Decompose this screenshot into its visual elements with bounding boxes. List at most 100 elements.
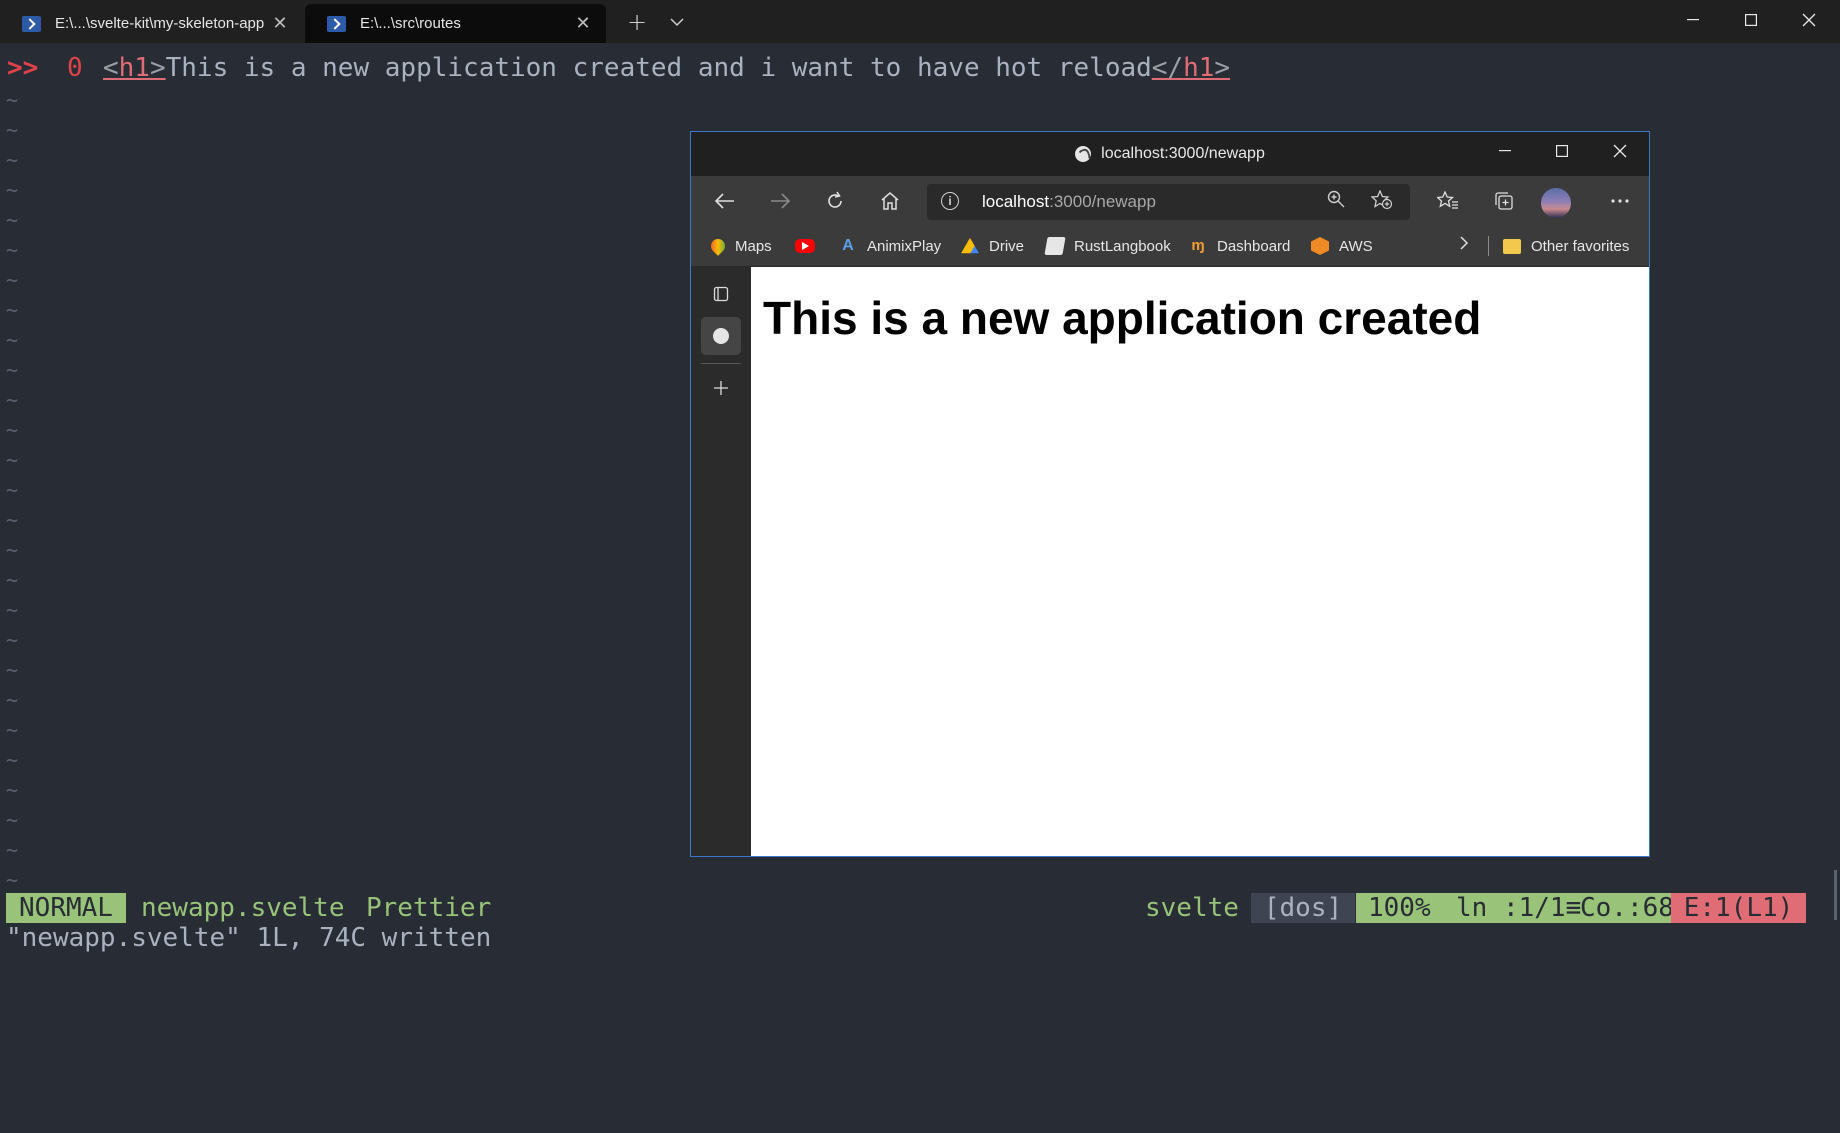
animixplay-icon: A [842, 237, 854, 254]
empty-line-tilde: ~ [6, 418, 19, 442]
browser-window: localhost:3000/newapp i localhost:3000/n… [690, 131, 1650, 857]
mode-indicator: NORMAL [6, 893, 126, 923]
statusline-percent: 100% [1368, 893, 1431, 923]
maps-icon [708, 236, 728, 256]
empty-line-tilde: ~ [6, 868, 19, 892]
empty-line-tilde: ~ [6, 688, 19, 712]
empty-line-tilde: ~ [6, 808, 19, 832]
favorites-icon[interactable] [1429, 184, 1467, 218]
empty-line-tilde: ~ [6, 178, 19, 202]
statusline-formatter: Prettier [366, 893, 492, 923]
empty-line-tilde: ~ [6, 448, 19, 472]
collections-icon[interactable] [1485, 184, 1523, 218]
url-path: :3000/newapp [1049, 192, 1156, 211]
bookmarks-divider [1488, 236, 1489, 256]
close-tab-icon[interactable]: ✕ [570, 13, 596, 34]
maximize-button[interactable] [1722, 0, 1780, 40]
empty-line-tilde: ~ [6, 748, 19, 772]
statusline-fileformat: [dos] [1251, 893, 1355, 923]
bookmark-maps[interactable]: Maps [708, 226, 772, 266]
bookmark-rustlangbook[interactable]: RustLangbook [1044, 226, 1171, 266]
statusline-position: 100% ln :1/1≡ Co.:68 [1356, 893, 1674, 923]
more-options-icon[interactable] [1601, 184, 1639, 218]
empty-line-tilde: ~ [6, 208, 19, 232]
youtube-icon [795, 239, 815, 253]
bookmark-label: AWS [1339, 237, 1373, 255]
tab-actions-icon[interactable] [701, 275, 741, 313]
bookmark-animixplay[interactable]: A AnimixPlay [839, 226, 941, 266]
other-favorites[interactable]: Other favorites [1503, 226, 1629, 266]
code-line-1[interactable]: >> 0 < h1 > This is a new application creat… [0, 53, 1230, 83]
site-info-icon[interactable]: i [941, 192, 959, 210]
empty-line-tilde: ~ [6, 298, 19, 322]
url-text[interactable]: localhost:3000/newapp [982, 184, 1156, 220]
zoom-icon[interactable] [1324, 190, 1348, 214]
sidebar-tab-newapp[interactable] [701, 317, 741, 355]
other-favorites-label: Other favorites [1531, 237, 1630, 255]
bookmark-aws[interactable]: AWS [1311, 226, 1373, 266]
aws-icon [1311, 237, 1329, 255]
terminal-tab-skeleton-app[interactable]: E:\...\svelte-kit\my-skeleton-app ✕ [0, 4, 303, 43]
statusline-filetype: svelte [1145, 893, 1239, 923]
close-tag-bracket: </ [1151, 53, 1184, 83]
forward-arrow-icon[interactable] [761, 184, 799, 218]
minimize-button[interactable] [1664, 0, 1722, 40]
statusline-filename: newapp.svelte [141, 893, 345, 923]
empty-line-tilde: ~ [6, 838, 19, 862]
bookmark-drive[interactable]: Drive [961, 226, 1024, 266]
open-tag-bracket: < [103, 53, 119, 83]
empty-line-tilde: ~ [6, 568, 19, 592]
statusline-line: ln :1/1≡ [1456, 893, 1582, 923]
profile-avatar[interactable] [1541, 188, 1571, 218]
diagnostic-sign: >> [7, 53, 39, 83]
address-bar[interactable]: i localhost:3000/newapp [927, 184, 1410, 220]
line-text: This is a new application created and i … [165, 53, 1152, 83]
terminal-tab-routes[interactable]: E:\...\src\routes ✕ [305, 4, 606, 43]
empty-line-tilde: ~ [6, 358, 19, 382]
tab-dropdown-chevron-icon[interactable] [662, 6, 692, 38]
close-tab-icon[interactable]: ✕ [267, 13, 293, 34]
vertical-tabs-sidebar [691, 267, 751, 856]
statusline-column: Co.:68 [1580, 893, 1674, 923]
bookmark-dashboard[interactable]: ɱ Dashboard [1189, 226, 1290, 266]
drive-icon [961, 237, 979, 254]
empty-line-tilde: ~ [6, 328, 19, 352]
open-tag-close: > [149, 53, 166, 83]
powershell-icon [22, 15, 41, 32]
empty-line-tilde: ~ [6, 88, 19, 112]
browser-minimize-button[interactable] [1476, 132, 1533, 170]
terminal-titlebar: E:\...\svelte-kit\my-skeleton-app ✕ E:\.… [0, 0, 1840, 43]
open-tag-name: h1 [118, 53, 150, 83]
new-tab-plus-icon[interactable] [701, 369, 741, 407]
bookmark-label: RustLangbook [1074, 237, 1171, 255]
svelte-favicon-icon [1075, 146, 1092, 162]
back-arrow-icon[interactable] [706, 184, 744, 218]
empty-line-tilde: ~ [6, 238, 19, 262]
bookmark-label: Maps [735, 237, 772, 255]
empty-line-tilde: ~ [6, 118, 19, 142]
dashboard-icon: ɱ [1191, 237, 1205, 254]
empty-line-tilde: ~ [6, 778, 19, 802]
browser-maximize-button[interactable] [1533, 132, 1590, 170]
folder-icon [1503, 238, 1521, 254]
home-icon[interactable] [871, 184, 909, 218]
empty-line-markers: ~ ~ ~ ~ ~ ~ ~ ~ ~ ~ ~ ~ ~ ~ ~ ~ ~ ~ ~ ~ ~ ~ ~ ~ ~ ~ ~ [6, 85, 26, 895]
browser-toolbar: i localhost:3000/newapp [691, 176, 1649, 226]
browser-close-button[interactable] [1591, 132, 1648, 170]
bookmarks-bar: Maps A AnimixPlay Drive RustLangbook ɱ D… [691, 226, 1649, 267]
refresh-icon[interactable] [816, 184, 854, 218]
empty-line-tilde: ~ [6, 268, 19, 292]
statusline-errors: E:1(L1) [1671, 893, 1806, 923]
new-tab-button[interactable]: + [620, 6, 654, 38]
close-tag-end: > [1214, 53, 1231, 83]
empty-line-tilde: ~ [6, 388, 19, 412]
add-favorite-icon[interactable] [1369, 189, 1395, 214]
scrollbar[interactable] [1834, 870, 1837, 920]
browser-title-text: localhost:3000/newapp [1101, 145, 1265, 162]
tab-label: E:\...\src\routes [360, 15, 461, 32]
bookmarks-overflow-chevron-icon[interactable] [1459, 226, 1469, 266]
empty-line-tilde: ~ [6, 478, 19, 502]
close-window-button[interactable] [1780, 0, 1838, 40]
bookmark-label: Drive [989, 237, 1025, 255]
bookmark-youtube[interactable] [795, 226, 825, 266]
